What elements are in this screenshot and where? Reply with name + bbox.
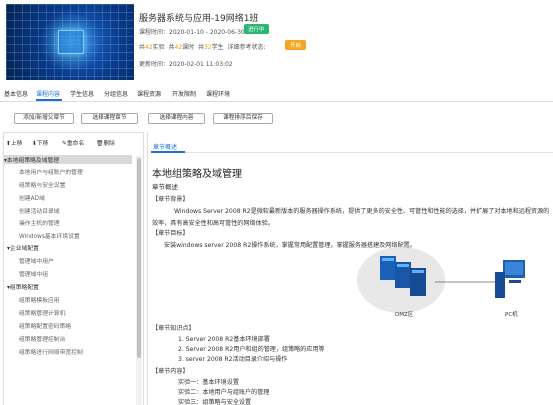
content-label: 【章节内容】: [152, 368, 189, 375]
select-chapter-button[interactable]: 选择课程章节: [81, 113, 138, 124]
tree-item[interactable]: 本地用户与组账户的管理: [19, 167, 83, 176]
active-tab-indicator: [36, 99, 62, 101]
tree-item[interactable]: 管理域中用户: [19, 256, 54, 265]
chapter-title: 本地组策略及域管理: [152, 169, 242, 180]
tab-student-info[interactable]: 学生信息: [70, 89, 94, 98]
update-time: 更新时间：2020-02-01 11:03:02: [139, 61, 233, 68]
pc-label: PC机: [505, 312, 518, 318]
course-period: 课程时间：2020-01-10 - 2020-06-30: [139, 29, 245, 36]
save-order-button[interactable]: 课程排序后保存: [213, 113, 273, 124]
content-tab-indicator: [151, 151, 185, 153]
background-text: Windows Server 2008 R2是微软最新版本的服务器操作系统，提供…: [174, 208, 550, 215]
tab-course-content[interactable]: 课程内容: [36, 89, 60, 98]
knowledge-item: 3. server 2008 R2活动目录介绍与操作: [178, 356, 288, 363]
tree-item[interactable]: 创建AD域: [19, 193, 45, 202]
tree-item[interactable]: Windows基本环境设置: [19, 231, 80, 240]
course-title: 服务器系统与应用-19网络1班: [139, 14, 259, 24]
knowledge-label: 【章节知识点】: [152, 325, 195, 332]
content-item: 实验二：本地用户与组账户的管理: [178, 389, 270, 396]
delete-button[interactable]: 🗑删除: [96, 138, 115, 147]
chapter-subtitle: 章节概述: [152, 183, 178, 191]
course-cover-image: [6, 4, 134, 80]
tree-item[interactable]: 组策略与安全设置: [19, 180, 65, 189]
content-tab-divider: [151, 152, 553, 153]
tree-item[interactable]: 组策略进行网络带宽控制: [19, 347, 83, 356]
pc-icon: [495, 260, 525, 298]
course-stats: 共42实验 共42课时 共32学生 详细参考状态:: [139, 44, 266, 51]
tab-group-info[interactable]: 分组信息: [104, 89, 128, 98]
background-text-cont: 效率，具有高安全性和高可管性的网络体验。: [152, 220, 274, 227]
goal-label: 【章节目标】: [152, 230, 189, 237]
select-content-button[interactable]: 选择课程内容: [148, 113, 205, 124]
tree-item[interactable]: 创建活动目录域: [19, 206, 60, 215]
content-item: 实验一：基本环境设置: [178, 379, 239, 386]
tree-item[interactable]: 管理域中组: [19, 269, 48, 278]
content-item: 实验三：组策略与安全设置: [178, 399, 252, 405]
tree-item[interactable]: 组策略管理计算机: [19, 308, 65, 317]
knowledge-item: 2. Server 2008 R2用户和组的管理，组策略的应用等: [178, 346, 325, 353]
tree-item[interactable]: 组策略配置密码策略: [19, 321, 71, 330]
knowledge-item: 1. Server 2008 R2基本环境部署: [178, 336, 270, 343]
tree-item[interactable]: 操作主机的管理: [19, 218, 60, 227]
tab-bar: 基本信息 课程内容 学生信息 分组信息 课程资源 开发限制 课程环境: [0, 88, 553, 102]
move-down-button[interactable]: ⬇下移: [32, 138, 48, 147]
background-label: 【章节背景】: [152, 196, 189, 203]
open-toggle[interactable]: 开启: [285, 40, 307, 50]
add-parent-chapter-button[interactable]: 添加/新增父章节: [14, 113, 74, 124]
tree-item[interactable]: 组策略管理控制台: [19, 334, 65, 343]
tree-item-group[interactable]: ▾本地组策略及域管理: [4, 155, 132, 164]
tree-item-group[interactable]: ▾企业域配置: [7, 243, 39, 252]
status-badge: 进行中: [244, 24, 269, 34]
network-diagram: [357, 247, 525, 313]
tab-basic-info[interactable]: 基本信息: [4, 89, 28, 98]
tab-dev-limits[interactable]: 开发限制: [172, 89, 196, 98]
dmz-label: DMZ区: [395, 312, 414, 318]
tab-chapter-overview[interactable]: 章节概述: [153, 142, 177, 151]
tree-scrollbar-thumb[interactable]: [137, 158, 141, 358]
tab-course-resources[interactable]: 课程资源: [137, 89, 161, 98]
move-up-button[interactable]: ⬆上移: [6, 138, 22, 147]
tree-item[interactable]: 组策略模板应用: [19, 295, 60, 304]
rename-button[interactable]: ✎重命名: [62, 138, 84, 147]
tab-course-env[interactable]: 课程环境: [206, 89, 230, 98]
tree-item-group[interactable]: ▾组策略配置: [7, 282, 39, 291]
